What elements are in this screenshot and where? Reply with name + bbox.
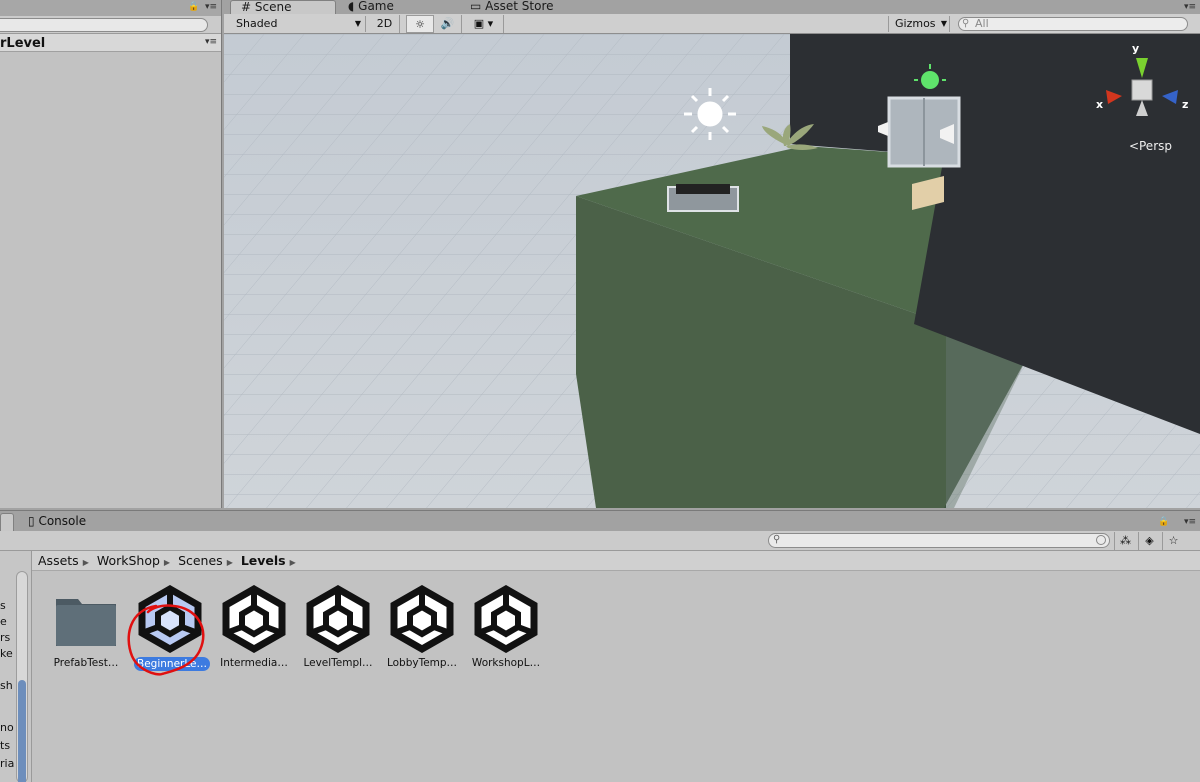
tree-item-fragment[interactable]: s (0, 599, 6, 612)
asset-label: WorkshopL… (471, 657, 541, 669)
hierarchy-toolbar (0, 16, 221, 34)
unity-editor: 🔒 ▾≡ rLevel ▾≡ # Scene ◖ Game ▭ Asset St… (0, 0, 1200, 782)
unity-scene-icon (222, 585, 286, 653)
console-icon: ▯ (28, 514, 35, 528)
breadcrumb-item[interactable]: Assets (38, 553, 79, 568)
scene-search-placeholder: All (975, 17, 989, 30)
tab-scene-label: Scene (254, 0, 292, 14)
draw-mode-value: Shaded (236, 17, 278, 30)
project-panel-menu-icon[interactable]: ▾≡ (1184, 517, 1196, 527)
chevron-right-icon: ▶ (289, 558, 296, 567)
unity-scene-icon (390, 585, 454, 653)
store-icon: ▭ (470, 0, 482, 13)
asset-item[interactable]: WorkshopL… (466, 585, 546, 677)
project-panel: ▯ Console 🔒 ▾≡ ⚲ ⁂ ◈ ☆ s e rs ke sh no t… (0, 510, 1200, 782)
tree-item-fragment[interactable]: no (0, 721, 14, 734)
hierarchy-scene-header[interactable]: rLevel ▾≡ (0, 34, 221, 52)
scene-menu-icon[interactable]: ▾≡ (205, 37, 217, 47)
scene-tabbar: # Scene ◖ Game ▭ Asset Store ▾≡ (224, 0, 1200, 14)
scene-panel-menu-icon[interactable]: ▾≡ (1184, 2, 1196, 12)
project-tabbar: ▯ Console 🔒 ▾≡ (0, 511, 1200, 531)
hierarchy-panel: 🔒 ▾≡ rLevel ▾≡ (0, 0, 222, 508)
lighting-toggle-sun-icon[interactable]: ☼ (406, 15, 434, 33)
pacman-icon: ◖ (348, 0, 355, 13)
scene-panel: # Scene ◖ Game ▭ Asset Store ▾≡ Shaded ▼… (224, 0, 1200, 508)
search-icon: ⚲ (962, 18, 970, 29)
asset-label: Intermedia… (220, 657, 288, 669)
filter-by-label-icon[interactable]: ◈ (1138, 532, 1160, 550)
gizmos-label: Gizmos (895, 17, 936, 30)
toggle-2d-button[interactable]: 2D (370, 15, 400, 33)
folder-icon (56, 599, 116, 646)
tab-project[interactable] (0, 513, 14, 531)
lock-icon[interactable]: 🔒 (188, 2, 199, 12)
projection-label: Persp (1139, 139, 1172, 153)
grid-icon: # (241, 0, 252, 14)
panel-menu-icon[interactable]: ▾≡ (205, 2, 217, 12)
asset-label: LobbyTemp… (386, 657, 458, 669)
asset-label: PrefabTest… (53, 657, 119, 669)
chevron-right-icon: ▶ (163, 558, 171, 567)
draw-mode-dropdown[interactable]: Shaded ▼ (226, 16, 366, 32)
scene-viewport[interactable]: y x z <Persp (224, 34, 1200, 508)
breadcrumb: Assets ▶ WorkShop ▶ Scenes ▶ Levels ▶ (32, 551, 1200, 571)
axis-y-label: y (1132, 42, 1140, 55)
tree-item-fragment[interactable]: sh (0, 679, 13, 692)
asset-item[interactable]: PrefabTest… (46, 585, 126, 677)
breadcrumb-item[interactable]: WorkShop (97, 553, 160, 568)
project-folder-tree: s e rs ke sh no ts ria (0, 551, 32, 782)
unity-scene-icon (138, 585, 202, 653)
tree-scroll-thumb[interactable] (18, 680, 26, 782)
asset-item[interactable]: LobbyTemp… (382, 585, 462, 677)
tab-asset-store-label: Asset Store (485, 0, 554, 13)
gizmos-dropdown[interactable]: Gizmos ▼ (888, 16, 950, 32)
breadcrumb-item[interactable]: Scenes (178, 553, 223, 568)
lock-icon[interactable]: 🔒 (1158, 517, 1169, 527)
audio-toggle-speaker-icon[interactable]: 🔊 (434, 15, 462, 33)
tab-game[interactable]: ◖ Game (338, 0, 404, 14)
hierarchy-tabbar: 🔒 ▾≡ (0, 0, 221, 16)
tab-scene[interactable]: # Scene (230, 0, 336, 14)
asset-item[interactable]: LevelTempl… (298, 585, 378, 677)
pressure-plate-top (676, 184, 730, 194)
axis-z-label: z (1182, 98, 1189, 111)
scene-search-input[interactable]: ⚲ All (958, 17, 1188, 31)
tab-console-label: Console (38, 514, 87, 528)
hierarchy-search-input[interactable] (0, 18, 208, 32)
scene-toolbar: Shaded ▼ 2D ☼ 🔊 ▣ ▾ Gizmos ▼ ⚲ All (224, 14, 1200, 34)
chevron-down-icon: ▼ (940, 19, 947, 28)
project-search-input[interactable]: ⚲ (768, 533, 1110, 548)
search-icon: ⚲ (773, 534, 781, 545)
axis-x-label: x (1096, 98, 1104, 111)
chevron-right-icon: ▶ (82, 558, 89, 567)
scene-render (224, 34, 1200, 508)
effects-toggle-image-icon[interactable]: ▣ ▾ (464, 15, 504, 33)
tab-asset-store[interactable]: ▭ Asset Store (460, 0, 564, 14)
tree-item-fragment[interactable]: e (0, 615, 7, 628)
asset-label: BeginnerLe… (134, 657, 210, 671)
asset-item-selected[interactable]: BeginnerLe… (130, 585, 210, 677)
breadcrumb-current[interactable]: Levels (241, 553, 286, 568)
chevron-right-icon: ▶ (226, 558, 233, 567)
project-toolbar: ⚲ ⁂ ◈ ☆ (0, 531, 1200, 551)
filter-by-type-icon[interactable]: ⁂ (1114, 532, 1136, 550)
tree-scrollbar[interactable] (16, 571, 28, 782)
tree-item-fragment[interactable]: ke (0, 647, 13, 660)
unity-scene-icon (474, 585, 538, 653)
projection-toggle[interactable]: <Persp (1129, 139, 1172, 153)
unity-scene-icon (306, 585, 370, 653)
tab-console[interactable]: ▯ Console (22, 513, 92, 531)
asset-item[interactable]: Intermedia… (214, 585, 294, 677)
tree-item-fragment[interactable]: ts (0, 739, 10, 752)
favorites-star-icon[interactable]: ☆ (1162, 532, 1184, 550)
chevron-down-icon: ▼ (354, 19, 361, 28)
clear-search-icon[interactable] (1096, 535, 1106, 545)
chevron-left-icon: < (1128, 139, 1139, 153)
tab-game-label: Game (358, 0, 394, 13)
tree-item-fragment[interactable]: rs (0, 631, 10, 644)
asset-label: LevelTempl… (303, 657, 373, 669)
tree-item-fragment[interactable]: ria (0, 757, 14, 770)
scene-name: rLevel (0, 36, 46, 51)
